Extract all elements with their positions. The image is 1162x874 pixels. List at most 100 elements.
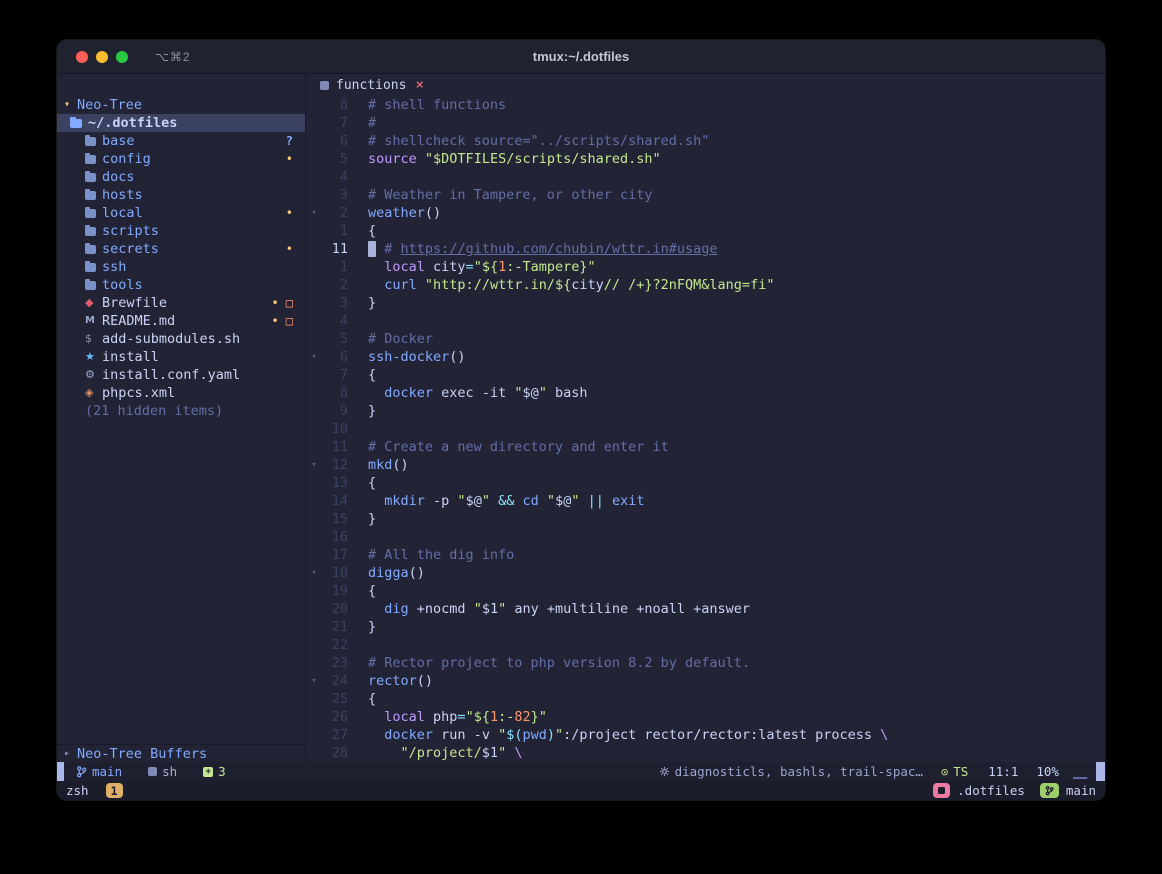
tree-item-hosts[interactable]: hosts (57, 186, 305, 204)
code-area[interactable]: 8# shell functions7#6# shellcheck source… (306, 96, 1105, 762)
fold-column (306, 744, 322, 762)
line-number: 8 (322, 96, 348, 114)
tree-item-docs[interactable]: docs (57, 168, 305, 186)
fold-chevron-icon[interactable]: ▾ (306, 348, 322, 366)
code-line[interactable]: ▾2weather() (306, 204, 1105, 222)
code-line[interactable]: 4 (306, 312, 1105, 330)
code-line[interactable]: 7{ (306, 366, 1105, 384)
session-icon (938, 787, 945, 794)
line-number: 13 (322, 474, 348, 492)
sign-column (348, 474, 368, 492)
tab-close-icon[interactable]: × (415, 77, 423, 93)
code-line[interactable]: 26 local php="${1:-82}" (306, 708, 1105, 726)
neotree-buffers-header[interactable]: ▸ Neo-Tree Buffers (57, 744, 305, 762)
code-line[interactable]: 8# shell functions (306, 96, 1105, 114)
tree-item-secrets[interactable]: secrets• (57, 240, 305, 258)
code-line[interactable]: 19{ (306, 582, 1105, 600)
minimize-window-button[interactable] (96, 51, 108, 63)
code-line[interactable]: 4 (306, 168, 1105, 186)
close-window-button[interactable] (76, 51, 88, 63)
line-number: 16 (322, 528, 348, 546)
treesitter-icon: ⊙ (941, 765, 948, 779)
tmux-window-index-badge[interactable]: 1 (106, 783, 123, 798)
line-number: 4 (322, 312, 348, 330)
code-line[interactable]: 28 "/project/$1" \ (306, 744, 1105, 762)
fold-chevron-icon[interactable]: ▾ (306, 204, 322, 222)
terminal-window: ⌥⌘2 tmux:~/.dotfiles ▾ Neo-Tree ~/.dotfi… (57, 40, 1105, 800)
tree-item-install-conf-yaml[interactable]: ⚙install.conf.yaml (57, 366, 305, 384)
tree-item-tools[interactable]: tools (57, 276, 305, 294)
fold-column (306, 402, 322, 420)
code-line[interactable]: 15} (306, 510, 1105, 528)
code-line[interactable]: 13{ (306, 474, 1105, 492)
tree-item-base[interactable]: base? (57, 132, 305, 150)
code-text: # (368, 114, 376, 132)
code-line[interactable]: ▾18digga() (306, 564, 1105, 582)
code-line[interactable]: 6# shellcheck source="../scripts/shared.… (306, 132, 1105, 150)
filetype-segment: sh (148, 764, 177, 779)
tree-root-item[interactable]: ~/.dotfiles (57, 114, 305, 132)
git-status-marks: •□ (272, 312, 293, 330)
code-line[interactable]: 5# Docker (306, 330, 1105, 348)
fold-column (306, 96, 322, 114)
code-line[interactable]: ▾24rector() (306, 672, 1105, 690)
tree-item-scripts[interactable]: scripts (57, 222, 305, 240)
fold-column (306, 528, 322, 546)
code-line[interactable]: 14 mkdir -p "$@" && cd "$@" || exit (306, 492, 1105, 510)
code-line[interactable]: 2 curl "http://wttr.in/${city// /+}?2nFQ… (306, 276, 1105, 294)
tree-item-label: ssh (102, 258, 126, 276)
zoom-window-button[interactable] (116, 51, 128, 63)
code-line[interactable]: 17# All the dig info (306, 546, 1105, 564)
titlebar[interactable]: ⌥⌘2 tmux:~/.dotfiles (57, 40, 1105, 74)
tree-item-readme-md[interactable]: MREADME.md•□ (57, 312, 305, 330)
code-line[interactable]: 3# Weather in Tampere, or other city (306, 186, 1105, 204)
code-line[interactable]: 9} (306, 402, 1105, 420)
code-text: } (368, 510, 376, 528)
code-line[interactable]: ▾6ssh-docker() (306, 348, 1105, 366)
code-line[interactable]: 27 docker run -v "$(pwd)":/project recto… (306, 726, 1105, 744)
tree-item-local[interactable]: local• (57, 204, 305, 222)
tree-item-config[interactable]: config• (57, 150, 305, 168)
tree-item-install[interactable]: ★install (57, 348, 305, 366)
line-number: 3 (322, 294, 348, 312)
code-line[interactable]: 21} (306, 618, 1105, 636)
tree-item-add-submodules-sh[interactable]: $add-submodules.sh (57, 330, 305, 348)
tree-item-phpcs-xml[interactable]: ◈phpcs.xml (57, 384, 305, 402)
fold-chevron-icon[interactable]: ▾ (306, 564, 322, 582)
sign-column (348, 744, 368, 762)
code-line[interactable]: 25{ (306, 690, 1105, 708)
tree-item-label: config (102, 150, 151, 168)
code-line[interactable]: 1{ (306, 222, 1105, 240)
code-text: # Rector project to php version 8.2 by d… (368, 654, 750, 672)
code-line[interactable]: 20 dig +nocmd "$1" any +multiline +noall… (306, 600, 1105, 618)
code-line[interactable]: 23# Rector project to php version 8.2 by… (306, 654, 1105, 672)
tree-item-label: hosts (102, 186, 143, 204)
sign-column (348, 726, 368, 744)
neotree-header[interactable]: ▾ Neo-Tree (57, 96, 305, 114)
code-line[interactable]: 5source "$DOTFILES/scripts/shared.sh" (306, 150, 1105, 168)
tab-functions[interactable]: functions (336, 78, 406, 93)
code-line[interactable]: 10 (306, 420, 1105, 438)
git-mark: • (286, 204, 293, 222)
line-number: 11 (322, 438, 348, 456)
code-line[interactable]: 16 (306, 528, 1105, 546)
tree-item-ssh[interactable]: ssh (57, 258, 305, 276)
fold-chevron-icon[interactable]: ▾ (306, 456, 322, 474)
fold-chevron-icon[interactable]: ▾ (306, 672, 322, 690)
tree-item-brewfile[interactable]: ◆Brewfile•□ (57, 294, 305, 312)
fold-column (306, 636, 322, 654)
desktop: ⌥⌘2 tmux:~/.dotfiles ▾ Neo-Tree ~/.dotfi… (0, 0, 1162, 874)
neotree-sidebar: ▾ Neo-Tree ~/.dotfiles base?config•docsh… (57, 74, 306, 762)
code-line[interactable]: ▾12mkd() (306, 456, 1105, 474)
code-line-current[interactable]: 11 # https://github.com/chubin/wttr.in#u… (306, 240, 1105, 258)
buffers-title: Neo-Tree Buffers (77, 745, 207, 763)
code-line[interactable]: 3} (306, 294, 1105, 312)
git-status-marks: • (286, 204, 293, 222)
code-line[interactable]: 22 (306, 636, 1105, 654)
line-number: 2 (322, 204, 348, 222)
code-line[interactable]: 7# (306, 114, 1105, 132)
code-line[interactable]: 11# Create a new directory and enter it (306, 438, 1105, 456)
code-text: digga() (368, 564, 425, 582)
code-line[interactable]: 8 docker exec -it "$@" bash (306, 384, 1105, 402)
code-line[interactable]: 1 local city="${1:-Tampere}" (306, 258, 1105, 276)
